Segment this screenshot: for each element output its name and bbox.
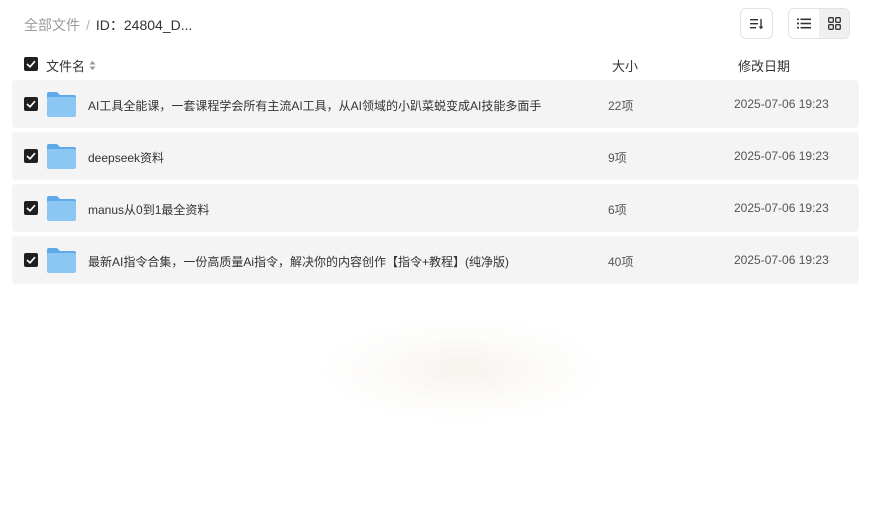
breadcrumb-root-link[interactable]: 全部文件 [24,15,80,35]
file-date: 2025-07-06 19:23 [734,253,829,267]
file-name[interactable]: 最新AI指令合集，一份高质量Ai指令，解决你的内容创作【指令+教程】(纯净版) [88,253,509,270]
column-header-name[interactable]: 文件名 [46,56,96,75]
column-header-date[interactable]: 修改日期 [738,56,790,75]
table-row[interactable]: deepseek资料 9项 2025-07-06 19:23 [12,132,859,180]
column-header-size[interactable]: 大小 [612,56,638,75]
check-icon [26,60,36,68]
sort-caret-icon [89,60,96,71]
file-name[interactable]: AI工具全能课，一套课程学会所有主流AI工具，从AI领域的小趴菜蜕变成AI技能多… [88,97,541,114]
file-date: 2025-07-06 19:23 [734,149,829,163]
breadcrumb: 全部文件 / ID：24804_D... [24,15,192,35]
folder-icon [47,196,76,221]
list-view-button[interactable] [789,9,819,38]
file-name[interactable]: manus从0到1最全资料 [88,201,209,218]
folder-icon [47,92,76,117]
file-list: AI工具全能课，一套课程学会所有主流AI工具，从AI领域的小趴菜蜕变成AI技能多… [12,80,859,288]
grid-view-icon [827,17,841,30]
background-glow [325,320,600,420]
top-bar: 全部文件 / ID：24804_D... [0,0,874,48]
view-toggle [788,8,850,39]
check-icon [26,152,36,160]
file-size: 40项 [608,255,634,269]
sort-icon [749,18,763,29]
row-checkbox[interactable] [24,201,38,215]
file-date: 2025-07-06 19:23 [734,97,829,111]
sort-button[interactable] [740,8,773,39]
table-row[interactable]: AI工具全能课，一套课程学会所有主流AI工具，从AI领域的小趴菜蜕变成AI技能多… [12,80,859,128]
folder-icon [47,144,76,169]
file-name[interactable]: deepseek资料 [88,149,164,166]
table-row[interactable]: 最新AI指令合集，一份高质量Ai指令，解决你的内容创作【指令+教程】(纯净版) … [12,236,859,284]
select-all-checkbox[interactable] [24,57,38,71]
file-size: 22项 [608,99,634,113]
file-date: 2025-07-06 19:23 [734,201,829,215]
list-view-icon [797,18,811,29]
row-checkbox[interactable] [24,253,38,267]
row-checkbox[interactable] [24,97,38,111]
folder-icon [47,248,76,273]
check-icon [26,204,36,212]
breadcrumb-current: ID：24804_D... [95,17,193,33]
check-icon [26,256,36,264]
file-size: 9项 [608,151,627,165]
table-row[interactable]: manus从0到1最全资料 6项 2025-07-06 19:23 [12,184,859,232]
breadcrumb-separator: / [86,17,90,33]
row-checkbox[interactable] [24,149,38,163]
file-size: 6项 [608,203,627,217]
table-header: 文件名 大小 修改日期 [0,52,874,76]
grid-view-button[interactable] [819,9,849,38]
check-icon [26,100,36,108]
column-header-name-label: 文件名 [46,59,86,74]
